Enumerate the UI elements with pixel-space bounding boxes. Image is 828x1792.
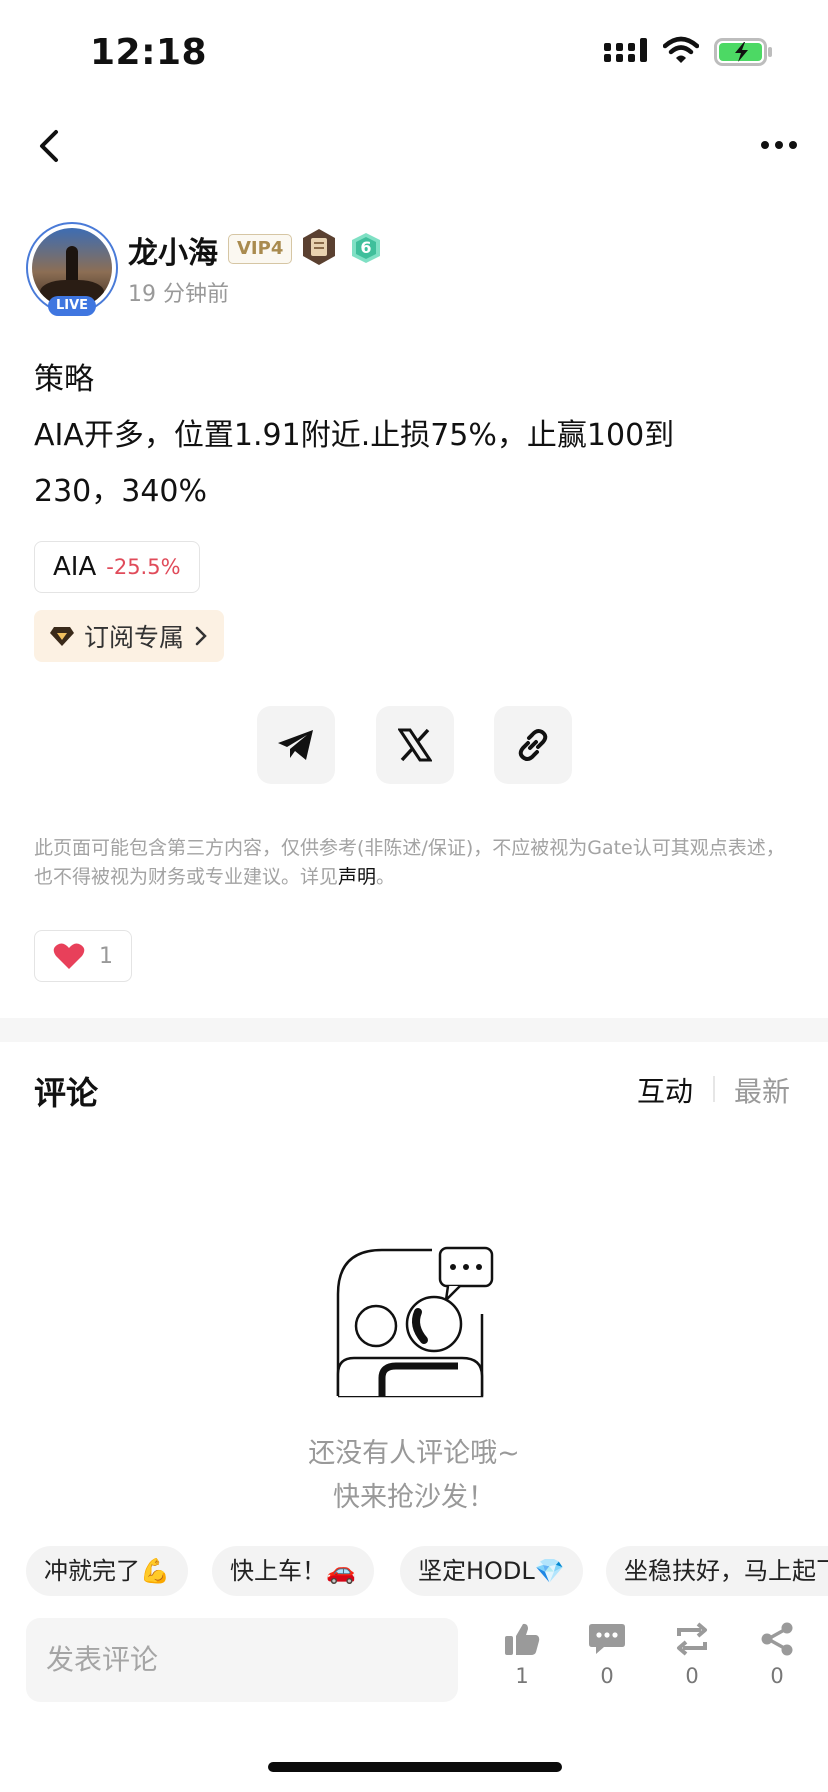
comments-title: 评论 [34, 1074, 99, 1112]
post-line: AIA开多，位置1.91附近.止损75%，止赢100到 [34, 418, 675, 453]
share-button[interactable]: 0 [747, 1622, 807, 1688]
share-x-button[interactable] [376, 706, 454, 784]
scroll-badge-icon [303, 229, 335, 265]
comment-input[interactable]: 发表评论 [26, 1618, 458, 1702]
token-change: -25.5% [106, 555, 181, 579]
wifi-icon [663, 36, 699, 63]
level-badge: 6 [350, 232, 382, 264]
telegram-icon [278, 730, 313, 760]
quick-reply-chip[interactable]: 坐稳扶好，马上起飞 [606, 1546, 828, 1596]
comment-bubble-icon [589, 1624, 625, 1654]
thumbs-up-count: 1 [515, 1664, 529, 1688]
section-divider [0, 1018, 828, 1042]
comment-count: 0 [600, 1664, 614, 1688]
thumbs-up-icon [505, 1623, 540, 1655]
diamond-icon [50, 627, 74, 646]
empty-comments-message: 还没有人评论哦~ 快来抢沙发！ [308, 1438, 520, 1513]
battery-icon [714, 38, 772, 66]
repost-button[interactable]: 0 [662, 1622, 722, 1688]
heart-icon [53, 943, 85, 969]
quick-reply-chip[interactable]: 快上车！🚗 [212, 1546, 374, 1596]
repost-icon [677, 1622, 707, 1656]
more-options-icon[interactable] [760, 140, 798, 150]
chevron-right-icon [195, 626, 207, 646]
comment-button[interactable]: 0 [577, 1622, 637, 1688]
share-icon [761, 1622, 793, 1656]
post-line: 策略 [34, 362, 94, 397]
like-count: 1 [99, 943, 113, 969]
live-badge: LIVE [48, 296, 96, 316]
share-count: 0 [770, 1664, 784, 1688]
quick-reply-chip[interactable]: 坚定HODL💎 [400, 1546, 583, 1596]
repost-count: 0 [685, 1664, 699, 1688]
author-name[interactable]: 龙小海 [128, 228, 218, 272]
x-icon [398, 728, 432, 762]
sort-latest-tab[interactable]: 最新 [734, 1070, 790, 1110]
vip-badge: VIP4 [228, 234, 293, 264]
post-body: 策略 AIA开多，位置1.91附近.止损75%，止赢100到 230，340% [34, 352, 804, 520]
token-symbol: AIA [53, 552, 97, 582]
disclaimer-link[interactable]: 声明 [338, 866, 376, 888]
copy-link-button[interactable] [494, 706, 572, 784]
like-button[interactable]: 1 [34, 930, 132, 982]
cellular-signal-icon [604, 38, 647, 62]
subscribe-label: 订阅专属 [84, 623, 185, 652]
back-arrow-icon[interactable] [36, 128, 64, 164]
subscribe-exclusive-button[interactable]: 订阅专属 [34, 610, 225, 662]
empty-comments-illustration [336, 1246, 494, 1398]
disclaimer-text: 此页面可能包含第三方内容，仅供参考(非陈述/保证)，不应被视为Gate认可其观点… [34, 837, 785, 888]
thumbs-up-button[interactable]: 1 [492, 1622, 552, 1688]
quick-reply-chip[interactable]: 冲就完了💪 [26, 1546, 188, 1596]
sort-separator [713, 1076, 715, 1102]
status-time: 12:18 [90, 32, 208, 73]
post-line: 230，340% [34, 474, 208, 509]
token-tag[interactable]: AIA -25.5% [34, 541, 200, 593]
link-icon [518, 729, 548, 761]
post-timestamp: 19 分钟前 [128, 282, 229, 307]
share-telegram-button[interactable] [257, 706, 335, 784]
sort-interactive-tab[interactable]: 互动 [637, 1070, 693, 1110]
home-indicator [268, 1762, 562, 1772]
level-number: 6 [360, 238, 372, 257]
